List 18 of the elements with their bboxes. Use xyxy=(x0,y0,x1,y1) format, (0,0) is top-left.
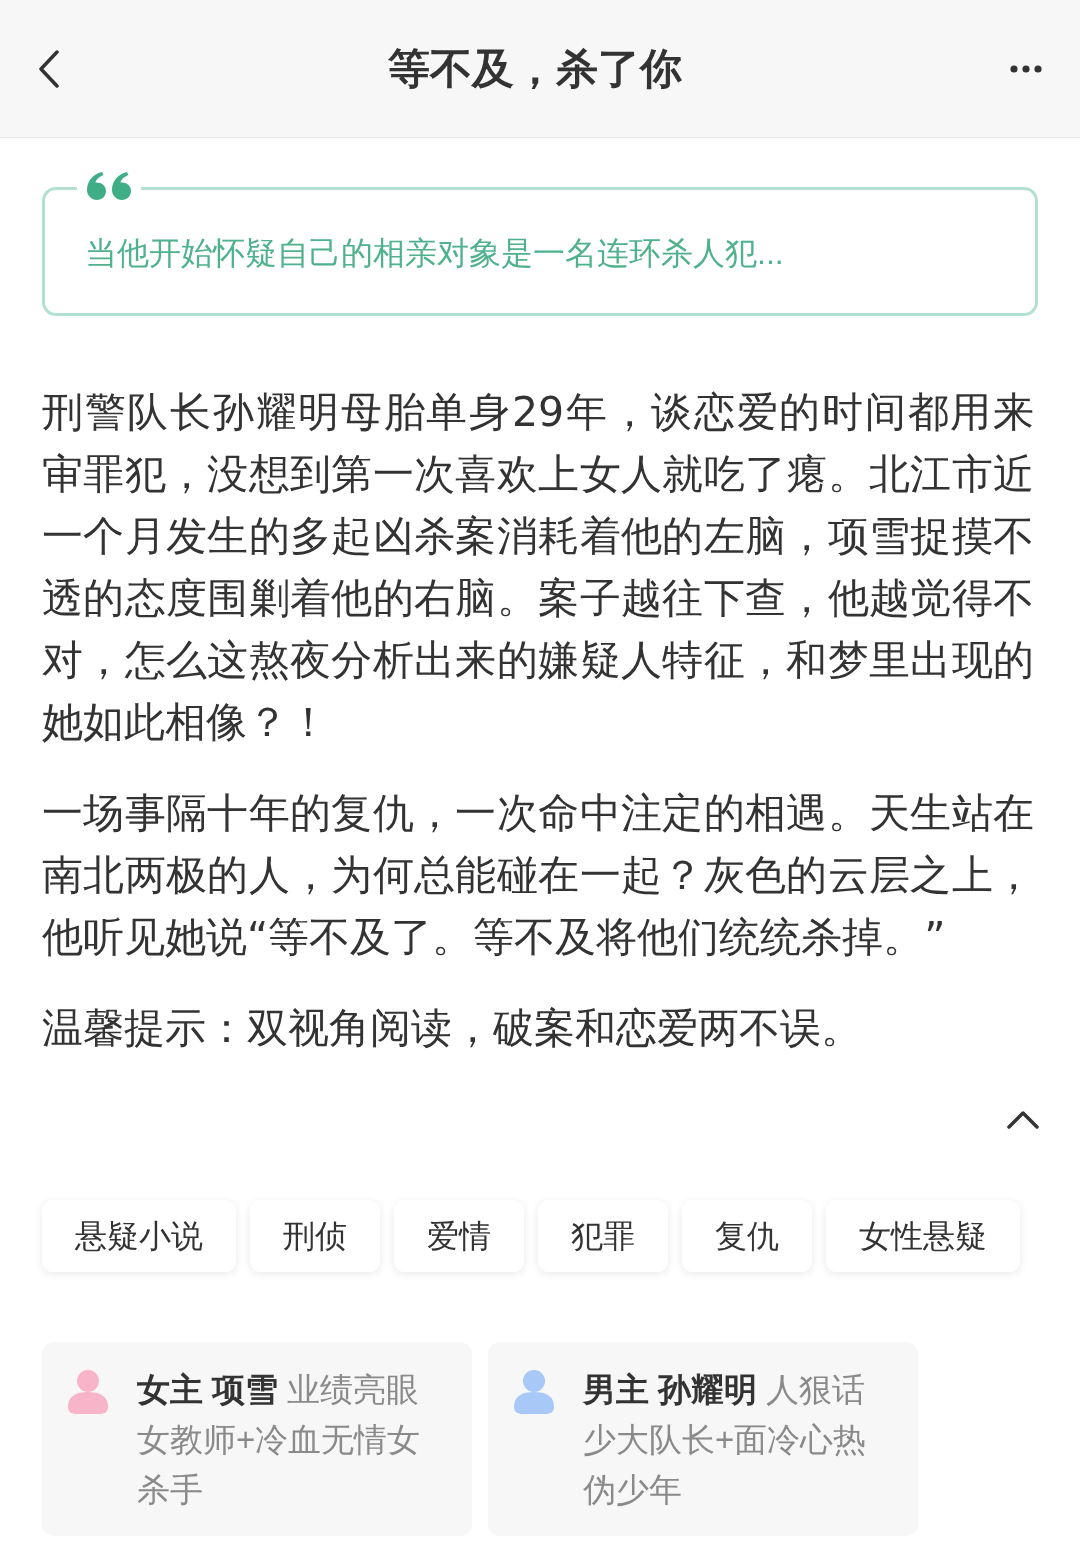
tag-chip[interactable]: 犯罪 xyxy=(538,1200,668,1272)
quote-text: 当他开始怀疑自己的相亲对象是一名连环杀人犯... xyxy=(85,234,785,273)
synopsis-paragraph: 一场事隔十年的复仇，一次命中注定的相遇。天生站在南北两极的人，为何总能碰在一起？灰色的云层之上，他听见她说“等不及了。等不及将他们统统杀掉。” xyxy=(42,788,1034,963)
tag-chip[interactable]: 刑侦 xyxy=(250,1200,380,1272)
back-icon[interactable] xyxy=(38,49,60,88)
character-intro: 男主 孙耀明 人狠话少大队长+面冷心热伪少年 xyxy=(583,1370,868,1510)
character-card[interactable]: 男主 孙耀明 人狠话少大队长+面冷心热伪少年 xyxy=(488,1342,918,1536)
tag-chip[interactable]: 悬疑小说 xyxy=(42,1200,236,1272)
page-title: 等不及，杀了你 xyxy=(388,43,682,94)
tag-chip[interactable]: 女性悬疑 xyxy=(826,1200,1020,1272)
synopsis-paragraph: 温馨提示：双视角阅读，破案和恋爱两不误。 xyxy=(42,1003,863,1054)
character-intro: 女主 项雪 业绩亮眼女教师+冷血无情女杀手 xyxy=(137,1370,422,1510)
synopsis-paragraph: 刑警队长孙耀明母胎单身29年，谈恋爱的时间都用来审罪犯，没想到第一次喜欢上女人就吃了瘪。北江市近一个月发生的多起凶杀案消耗着他的左脑，项雪捉摸不透的态度围剿着他的右脑。案子越往下查，他越觉得不对，怎么这熬夜分析出来的嫌疑人特征，和梦里出现的她如此相像？！ xyxy=(42,387,1034,748)
tag-chip[interactable]: 复仇 xyxy=(682,1200,812,1272)
character-card[interactable]: 女主 项雪 业绩亮眼女教师+冷血无情女杀手 xyxy=(42,1342,472,1536)
chevron-up-icon[interactable] xyxy=(1007,1109,1039,1129)
tag-chip[interactable]: 爱情 xyxy=(394,1200,524,1272)
more-icon[interactable] xyxy=(1010,64,1042,73)
